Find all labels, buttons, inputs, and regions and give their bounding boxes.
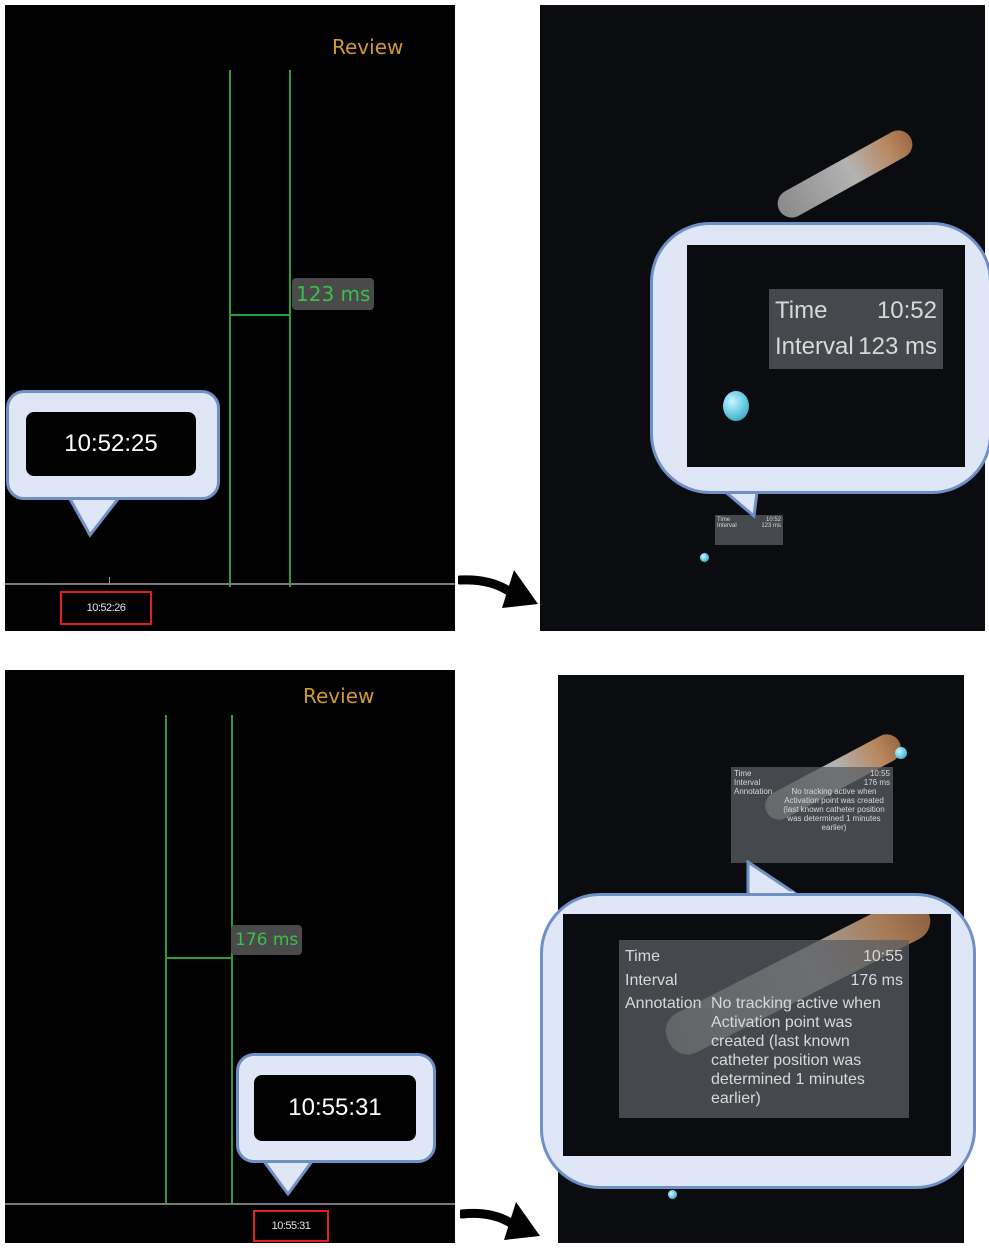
catheter-rod: [772, 125, 918, 223]
magnified-screen: Time 10:55 Interval 176 ms Annotation No tr…: [563, 914, 951, 1156]
activation-point-sphere: [668, 1190, 677, 1199]
review-label: Review: [332, 35, 404, 59]
axis-time-label: 10:55:31: [253, 1210, 329, 1242]
time-callout-text: 10:55:31: [254, 1075, 416, 1141]
catheter-tip-sphere: [895, 747, 907, 759]
interval-bar: [165, 957, 233, 959]
marker-line-end: [289, 70, 291, 587]
interval-label: Interval: [625, 971, 678, 989]
mini-annotation-label: Annotation: [734, 787, 773, 796]
time-axis: [5, 583, 455, 585]
review-label: Review: [303, 684, 375, 708]
time-callout: 10:55:31: [236, 1053, 436, 1163]
time-callout: 10:52:25: [6, 390, 220, 500]
magnified-view-top: Time 10:52 Interval 123 ms: [650, 222, 989, 494]
interval-bar: [231, 314, 291, 316]
axis-tick: [109, 577, 110, 585]
mini-time-label: Time: [734, 769, 752, 778]
axis-time-label: 10:52:26: [60, 591, 152, 625]
marker-line-start: [229, 70, 231, 587]
mini-time-value: 10:55: [869, 769, 890, 778]
magnifier-pointer: [746, 860, 800, 896]
curved-arrow-icon: [460, 1202, 540, 1240]
time-label: Time: [625, 947, 660, 965]
time-value: 10:52: [876, 297, 937, 324]
mini-interval-label: Interval: [734, 778, 761, 787]
interval-label: 176 ms: [231, 925, 303, 955]
time-callout-text: 10:52:25: [26, 412, 196, 476]
mini-interval-value: 123 ms: [761, 523, 781, 529]
marker-line-end: [231, 715, 233, 1203]
mini-interval-label: Interval: [717, 523, 737, 529]
interval-value: 176 ms: [850, 971, 903, 989]
activation-point-sphere: [700, 553, 709, 562]
mini-interval-value: 176 ms: [863, 778, 890, 787]
magnified-view-bottom: Time 10:55 Interval 176 ms Annotation No tr…: [540, 893, 976, 1189]
curved-arrow-icon: [458, 570, 538, 608]
info-panel: Time 10:52 Interval 123 ms: [769, 289, 943, 369]
interval-label: Interval: [775, 333, 854, 360]
annotation-label: Annotation: [625, 995, 702, 1012]
activation-point-sphere: [723, 391, 749, 421]
annotation-text: No tracking active when Activation point…: [711, 995, 881, 1107]
marker-line-start: [165, 715, 167, 1203]
info-panel: Time 10:55 Interval 176 ms Annotation No tr…: [619, 940, 909, 1118]
interval-label: 123 ms: [292, 278, 375, 310]
magnified-screen: Time 10:52 Interval 123 ms: [687, 245, 965, 467]
time-value: 10:55: [862, 947, 903, 965]
interval-value: 123 ms: [858, 333, 937, 360]
time-axis: [5, 1203, 455, 1205]
mini-info-panel: Time 10:55 Interval 176 ms Annotation No tr…: [731, 767, 893, 863]
time-label: Time: [775, 297, 828, 324]
mini-annotation-text: No tracking active when Activation point…: [783, 787, 885, 832]
